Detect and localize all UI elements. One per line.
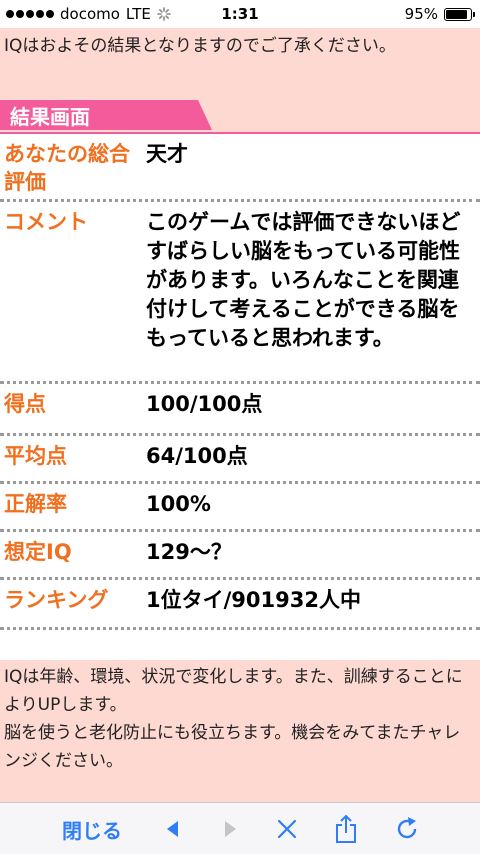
row-label: 得点 — [4, 392, 46, 416]
status-right: 95% — [404, 5, 475, 23]
close-icon — [277, 819, 297, 839]
row-label: 平均点 — [4, 444, 67, 468]
battery-icon — [444, 7, 475, 21]
browser-toolbar: 閉じる — [0, 802, 480, 854]
row-label: コメント — [4, 210, 88, 234]
reload-button[interactable] — [391, 813, 423, 845]
row-label: 想定IQ — [4, 540, 72, 564]
back-button[interactable] — [157, 813, 189, 845]
row-label: あなたの総合評価 — [4, 142, 130, 194]
notice-bottom-line2: 脳を使うと老化防止にも役立ちます。機会をみてまたチャレンジください。 — [4, 723, 461, 771]
result-row-overall: あなたの総合評価 天才 — [0, 134, 480, 202]
forward-button[interactable] — [214, 813, 246, 845]
back-arrow-icon — [167, 821, 178, 837]
result-row-accuracy: 正解率 100% — [0, 484, 480, 532]
result-row-ranking: ランキング 1位タイ/901932人中 — [0, 580, 480, 630]
row-value: このゲームでは評価できないほどすばらしい脳をもっている可能性があります。いろんな… — [146, 210, 461, 350]
notice-bottom-line1: IQは年齢、環境、状況で変化します。また、訓練することによりUPします。 — [4, 667, 463, 715]
result-header-title: 結果画面 — [10, 105, 90, 129]
result-row-score: 得点 100/100点 — [0, 384, 480, 436]
row-label: ランキング — [4, 588, 109, 612]
reload-icon — [397, 817, 417, 839]
result-list: あなたの総合評価 天才 コメント このゲームでは評価できないほどすばらしい脳をも… — [0, 134, 480, 630]
share-icon — [336, 814, 356, 843]
row-value: 1位タイ/901932人中 — [146, 588, 361, 612]
row-label: 正解率 — [4, 492, 67, 516]
close-button[interactable]: 閉じる — [62, 815, 122, 844]
result-row-iq: 想定IQ 129〜？ — [0, 532, 480, 580]
row-value: 100/100点 — [146, 392, 263, 416]
share-button[interactable] — [330, 813, 362, 845]
status-bar: docomo LTE 1:31 95% — [0, 0, 480, 28]
notice-bottom: IQは年齢、環境、状況で変化します。また、訓練することによりUPします。 脳を使… — [0, 660, 480, 802]
row-value: 100% — [146, 492, 211, 516]
stop-button[interactable] — [271, 813, 303, 845]
result-row-average: 平均点 64/100点 — [0, 436, 480, 484]
row-value: 天才 — [146, 142, 188, 166]
result-row-comment: コメント このゲームでは評価できないほどすばらしい脳をもっている可能性があります… — [0, 202, 480, 384]
row-value: 129〜？ — [146, 540, 232, 564]
battery-percent: 95% — [404, 5, 438, 23]
forward-arrow-icon — [225, 821, 236, 837]
notice-top: IQはおよその結果となりますのでご了承ください。 — [0, 28, 480, 98]
row-value: 64/100点 — [146, 444, 248, 468]
result-header: 結果画面 — [0, 98, 480, 132]
